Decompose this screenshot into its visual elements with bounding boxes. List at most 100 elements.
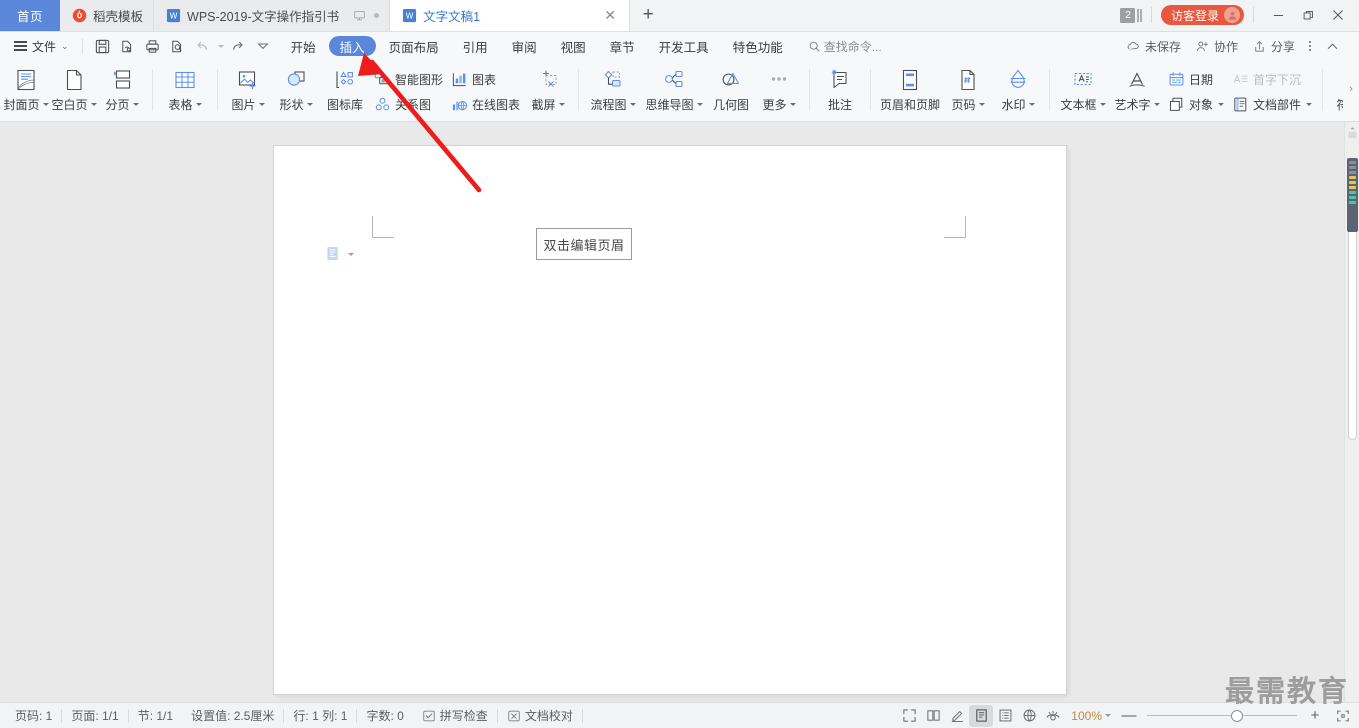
open-doc-count-badge[interactable]: 2 (1120, 7, 1136, 23)
online-chart-button[interactable]: 在线图表 (447, 94, 524, 115)
relation-graph-button[interactable]: 关系图 (370, 94, 447, 115)
textbox-button[interactable]: 文本框 (1056, 63, 1110, 119)
collapse-ribbon-button[interactable] (1318, 35, 1347, 57)
tab-wenzi-wengao-1[interactable]: W 文字文稿1 ✕ (390, 0, 631, 31)
page-view-button[interactable] (969, 704, 994, 727)
more-options-icon[interactable] (1302, 41, 1318, 51)
tab-start[interactable]: 开始 (280, 36, 327, 56)
web-view-button[interactable] (1017, 705, 1041, 727)
tab-review[interactable]: 审阅 (501, 36, 548, 56)
zoom-in-button[interactable]: + (1306, 708, 1324, 723)
ribbon-overflow-button[interactable]: › (1343, 60, 1359, 118)
scrollbar-thumb[interactable] (1347, 158, 1358, 232)
eye-protect-button[interactable] (1041, 705, 1065, 727)
status-page-number[interactable]: 页码: 1 (6, 707, 61, 724)
save-icon[interactable] (92, 35, 114, 57)
chevron-down-icon (1218, 103, 1225, 106)
page-number-button[interactable]: 页码 (943, 63, 993, 119)
share-icon (1255, 40, 1264, 52)
icon-library-button[interactable]: 图标库 (320, 63, 370, 119)
shape-button[interactable]: 形状 (272, 63, 320, 119)
chevron-down-icon (1028, 103, 1035, 106)
status-section[interactable]: 节: 1/1 (129, 707, 182, 724)
vertical-scrollbar[interactable] (1344, 122, 1359, 702)
restore-button[interactable] (1293, 0, 1323, 30)
outline-view-button[interactable] (993, 705, 1017, 727)
status-setting-value[interactable]: 设置值: 2.5厘米 (182, 707, 283, 724)
tab-section[interactable]: 章节 (599, 36, 646, 56)
login-button[interactable]: 访客登录 (1160, 5, 1244, 25)
document-page[interactable]: 双击编辑页眉 (274, 146, 1066, 694)
tab-dev-tools[interactable]: 开发工具 (648, 36, 720, 56)
share-button[interactable]: 分享 (1245, 35, 1302, 57)
zoom-level-display[interactable]: 100% (1071, 709, 1111, 723)
book-view-button[interactable] (921, 705, 945, 727)
flowchart-button[interactable]: 流程图 (585, 63, 641, 119)
smart-graphic-button[interactable]: 智能图形 (370, 69, 447, 90)
status-word-count[interactable]: 字数: 0 (357, 707, 412, 724)
divider (1322, 69, 1324, 111)
doc-parts-button[interactable]: 文档部件 (1228, 94, 1316, 115)
print-icon[interactable] (142, 35, 164, 57)
cover-page-button[interactable]: 封面页 (2, 63, 50, 119)
close-button[interactable] (1323, 0, 1353, 30)
undo-icon[interactable] (192, 35, 214, 57)
collaborate-button[interactable]: 协作 (1188, 35, 1245, 57)
scroll-top-control[interactable] (1345, 126, 1359, 139)
eye-icon (1046, 710, 1060, 720)
tab-daoke-template[interactable]: 稻壳模板 (60, 0, 155, 31)
comment-button[interactable]: 批注 (816, 63, 864, 119)
header-edit-hint[interactable]: 双击编辑页眉 (536, 228, 632, 260)
unsaved-status[interactable]: 未保存 (1119, 35, 1188, 57)
zoom-slider-knob[interactable] (1231, 709, 1243, 722)
edit-view-button[interactable] (945, 705, 969, 727)
tab-close-icon[interactable]: ✕ (601, 6, 619, 24)
more-button[interactable]: 更多 (755, 63, 803, 119)
object-button[interactable]: 对象 (1164, 94, 1228, 115)
chevron-down-icon (132, 103, 139, 106)
fullscreen-view-button[interactable] (897, 705, 921, 727)
status-page-count[interactable]: 页面: 1/1 (62, 707, 127, 724)
new-tab-button[interactable]: + (630, 0, 666, 31)
chevron-down-icon[interactable] (348, 252, 354, 256)
redo-icon[interactable] (227, 35, 249, 57)
file-menu-button[interactable]: 文件 ⌄ (8, 35, 75, 57)
tab-wps2019-guide[interactable]: W WPS-2019-文字操作指引书 (154, 0, 391, 31)
blank-page-button[interactable]: 空白页 (50, 63, 98, 119)
home-tab[interactable]: 首页 (0, 0, 60, 31)
date-label: 日期 (1189, 73, 1214, 87)
screenshot-button[interactable]: 截屏 (524, 63, 572, 119)
chart-button[interactable]: 图表 (447, 69, 524, 90)
status-spell-check[interactable]: 拼写检查 (413, 707, 497, 724)
zoom-slider[interactable] (1147, 709, 1297, 722)
wordart-button[interactable]: 艺术字 (1110, 63, 1164, 119)
table-label-wrap: 表格 (168, 96, 202, 113)
customize-quick-access-icon[interactable] (252, 35, 274, 57)
tab-insert[interactable]: 插入 (328, 36, 376, 56)
page-break-button[interactable]: 分页 (98, 63, 146, 119)
zoom-out-button[interactable]: — (1120, 708, 1138, 723)
tab-special-features[interactable]: 特色功能 (722, 36, 794, 56)
user-icon (1228, 11, 1236, 20)
tab-list-icon[interactable] (1137, 8, 1142, 22)
find-icon[interactable] (167, 35, 189, 57)
find-command-box[interactable]: 查找命令... (808, 38, 882, 55)
header-footer-options-control[interactable] (326, 246, 354, 262)
tab-page-layout[interactable]: 页面布局 (378, 36, 450, 56)
fit-page-icon (1337, 710, 1349, 721)
header-footer-button[interactable]: 页眉和页脚 (877, 63, 943, 119)
picture-button[interactable]: 图片 (224, 63, 272, 119)
tab-view[interactable]: 视图 (550, 36, 597, 56)
print-preview-icon[interactable] (117, 35, 139, 57)
geometry-button[interactable]: 几何图 (707, 63, 755, 119)
tab-reference[interactable]: 引用 (452, 36, 499, 56)
status-row-col[interactable]: 行: 1 列: 1 (284, 707, 356, 724)
status-spell-check-label: 拼写检查 (439, 709, 488, 723)
status-doc-proofread[interactable]: 文档校对 (498, 707, 582, 724)
table-button[interactable]: 表格 (159, 63, 211, 119)
watermark-button[interactable]: 水印 (993, 63, 1043, 119)
minimize-button[interactable] (1263, 0, 1293, 30)
date-button[interactable]: 日期 (1164, 69, 1228, 90)
undo-caret-icon[interactable] (217, 44, 224, 48)
mindmap-button[interactable]: 思维导图 (641, 63, 707, 119)
